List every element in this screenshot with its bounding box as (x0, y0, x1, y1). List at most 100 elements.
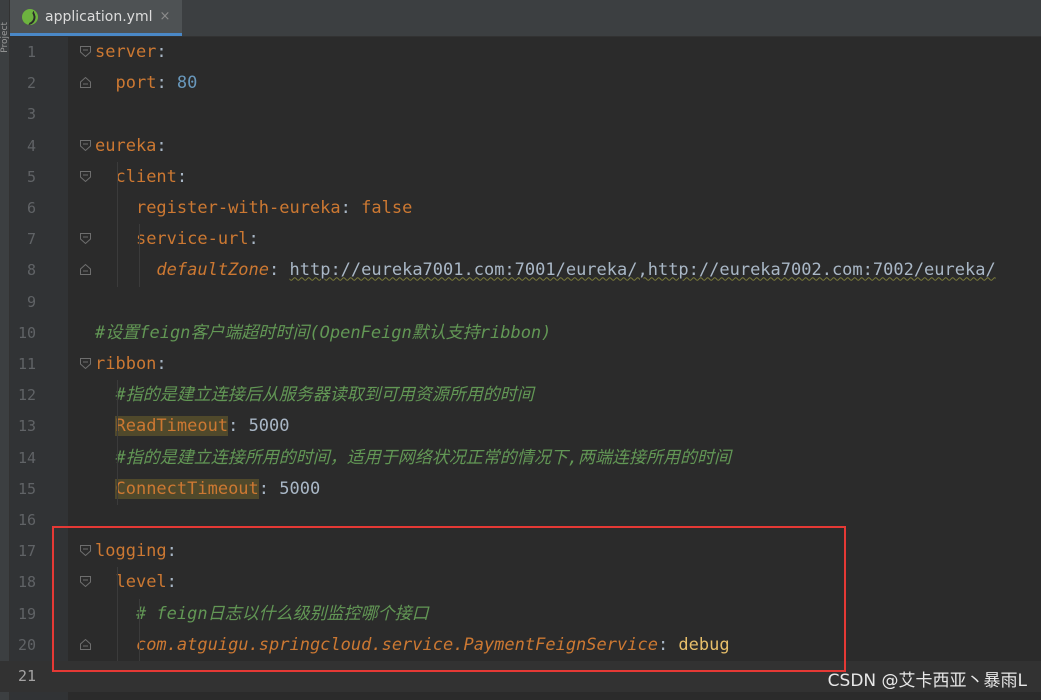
code-token: : (258, 478, 280, 499)
tab-label: application.yml (45, 8, 153, 25)
code-token: http://eureka7001.com:7001/eureka/,http:… (289, 260, 996, 281)
code-line[interactable]: 7 service-url: (0, 224, 1041, 255)
code-text: #设置feign客户端超时时间(OpenFeign默认支持ribbon) (95, 318, 551, 349)
line-number: 9 (26, 292, 36, 311)
code-text: # feign日志以什么级别监控哪个接口 (95, 599, 429, 630)
line-number: 14 (17, 448, 36, 467)
watermark: CSDN @艾卡西亚丶暴雨L (827, 671, 1027, 691)
code-token: : (166, 541, 177, 562)
line-number: 11 (17, 355, 36, 373)
code-token: : (228, 416, 249, 437)
indent-guide (117, 161, 118, 287)
code-editor[interactable]: 1 server: 2 port: 80 3 4 eureka: 5 client: 6 re… (0, 37, 1041, 700)
fold-collapse-icon[interactable] (80, 170, 91, 182)
indent-guide (117, 567, 118, 661)
code-token: : (156, 73, 177, 94)
code-token: : (166, 572, 177, 593)
line-number: 5 (26, 167, 36, 186)
code-text: ribbon: (95, 349, 167, 380)
code-text: service-url: (95, 224, 259, 255)
code-token: server (95, 42, 157, 62)
fold-end-icon[interactable] (80, 264, 91, 276)
code-text: port: 80 (95, 68, 197, 99)
spring-leaf-icon (22, 8, 38, 25)
code-token: : (156, 135, 167, 156)
code-token: level (115, 572, 167, 593)
fold-end-icon[interactable] (80, 77, 91, 89)
line-number: 17 (17, 542, 36, 561)
code-line[interactable]: 1 server: (0, 37, 1041, 68)
code-token: defaultZone (156, 260, 270, 281)
code-line[interactable]: 8 defaultZone: http://eureka7001.com:700… (0, 255, 1041, 286)
code-text: server: (95, 37, 167, 68)
code-line[interactable]: 11 ribbon: (0, 349, 1041, 380)
fold-collapse-icon[interactable] (80, 545, 91, 557)
code-line[interactable]: 13 ReadTimeout: 5000 (0, 411, 1041, 442)
code-line[interactable]: 5 client: (0, 162, 1041, 193)
line-number: 3 (26, 105, 36, 124)
code-line[interactable]: 19 # feign日志以什么级别监控哪个接口 (0, 599, 1041, 630)
close-tab-icon[interactable]: × (160, 9, 171, 24)
code-text: level: (95, 567, 177, 598)
code-text: client: (95, 162, 187, 193)
code-text: ReadTimeout: 5000 (95, 411, 290, 442)
fold-collapse-icon[interactable] (80, 46, 91, 57)
line-number: 20 (17, 635, 36, 654)
indent-guide (117, 380, 118, 505)
code-token: 5000 (279, 478, 321, 499)
code-text: logging: (95, 536, 177, 567)
line-number: 10 (17, 323, 36, 342)
line-number: 15 (17, 479, 36, 498)
code-token: false (361, 198, 413, 218)
code-text: eureka: (95, 131, 167, 162)
fold-collapse-icon[interactable] (80, 233, 91, 245)
code-token: port (115, 73, 157, 94)
editor-tab-bar: application.yml × (10, 0, 1041, 37)
code-token: 5000 (248, 416, 290, 437)
code-line[interactable]: 2 port: 80 (0, 68, 1041, 99)
code-token: #指的是建立连接所用的时间，适用于网络状况正常的情况下,两端连接所用的时间 (115, 447, 731, 468)
indent-guide (139, 598, 140, 661)
code-token: eureka (95, 135, 157, 156)
code-line[interactable]: 17 logging: (0, 536, 1041, 567)
code-line[interactable]: 4 eureka: (0, 131, 1041, 162)
line-number: 1 (26, 43, 36, 61)
code-token: client (115, 166, 177, 187)
line-number: 16 (17, 511, 36, 529)
line-number: 7 (26, 230, 36, 249)
fold-end-icon[interactable] (80, 638, 91, 650)
code-token: : (248, 229, 259, 250)
code-line[interactable]: 3 (0, 99, 1041, 130)
code-line[interactable]: 18 level: (0, 567, 1041, 598)
code-line[interactable]: 12 #指的是建立连接后从服务器读取到可用资源所用的时间 (0, 380, 1041, 411)
code-token: : (156, 354, 167, 374)
code-text: #指的是建立连接所用的时间，适用于网络状况正常的情况下,两端连接所用的时间 (95, 443, 731, 474)
code-token: #指的是建立连接后从服务器读取到可用资源所用的时间 (115, 385, 534, 406)
code-line[interactable]: 15 ConnectTimeout: 5000 (0, 474, 1041, 505)
code-line[interactable]: 6 register-with-eureka: false (0, 193, 1041, 224)
line-number: 6 (26, 199, 36, 217)
code-line[interactable]: 9 (0, 287, 1041, 318)
code-line[interactable]: 10 #设置feign客户端超时时间(OpenFeign默认支持ribbon) (0, 318, 1041, 349)
code-line[interactable]: 14 #指的是建立连接所用的时间，适用于网络状况正常的情况下,两端连接所用的时间 (0, 443, 1041, 474)
line-number: 4 (26, 136, 36, 155)
code-line[interactable]: 20 com.atguigu.springcloud.service.Payme… (0, 630, 1041, 661)
code-line[interactable]: 16 (0, 505, 1041, 536)
line-number: 8 (26, 261, 36, 280)
fold-collapse-icon[interactable] (80, 576, 91, 588)
code-token: ConnectTimeout (115, 478, 259, 499)
code-text: ConnectTimeout: 5000 (95, 474, 320, 505)
fold-collapse-icon[interactable] (80, 139, 91, 151)
fold-collapse-icon[interactable] (80, 358, 91, 369)
tab-application-yml[interactable]: application.yml × (10, 0, 182, 36)
line-number: 13 (17, 417, 36, 436)
line-number: 19 (17, 604, 36, 623)
code-token: : (340, 198, 362, 218)
